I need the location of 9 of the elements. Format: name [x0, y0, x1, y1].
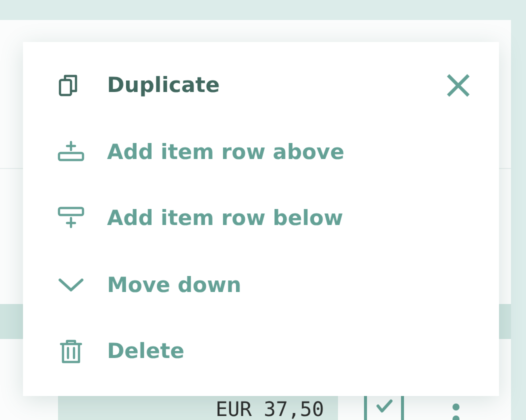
menu-item[interactable]: Move down — [23, 252, 242, 318]
menu-item[interactable]: Duplicate — [23, 52, 220, 118]
more-icon[interactable] — [452, 403, 460, 420]
amount-cell: EUR 37,50 — [58, 395, 338, 420]
menu-item[interactable]: Delete — [23, 318, 184, 384]
trash-icon — [57, 337, 85, 366]
menu-item[interactable]: Add item row above — [23, 118, 344, 185]
close-button[interactable]: × — [441, 68, 475, 102]
menu-item[interactable]: Add item row below — [23, 185, 344, 252]
